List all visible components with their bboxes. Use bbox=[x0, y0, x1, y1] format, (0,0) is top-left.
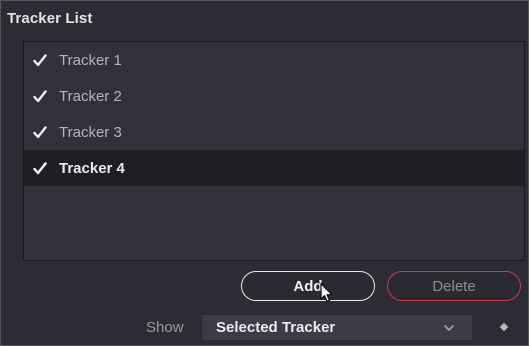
tracker-list: Tracker 1 Tracker 2 Tracker 3 Tracker 4 bbox=[23, 41, 525, 261]
checkmark-icon[interactable] bbox=[33, 161, 47, 175]
tracker-list-item-1[interactable]: Tracker 1 bbox=[24, 42, 524, 78]
checkmark-icon[interactable] bbox=[33, 125, 47, 139]
show-select[interactable]: Selected Tracker bbox=[201, 314, 473, 341]
tracker-list-item-3[interactable]: Tracker 3 bbox=[24, 114, 524, 150]
delete-button[interactable]: Delete bbox=[387, 271, 521, 301]
checkmark-icon[interactable] bbox=[33, 53, 47, 67]
tracker-label: Tracker 3 bbox=[59, 123, 122, 141]
tracker-label: Tracker 4 bbox=[59, 159, 125, 177]
tracker-list-panel: Tracker List Tracker 1 Tracker 2 Tracker… bbox=[0, 0, 529, 346]
checkmark-icon[interactable] bbox=[33, 89, 47, 103]
tracker-list-item-4[interactable]: Tracker 4 bbox=[24, 150, 524, 186]
tracker-label: Tracker 2 bbox=[59, 87, 122, 105]
show-label: Show bbox=[146, 319, 184, 336]
chevron-down-icon bbox=[442, 324, 456, 332]
tracker-label: Tracker 1 bbox=[59, 51, 122, 69]
show-select-value: Selected Tracker bbox=[216, 319, 336, 336]
add-button[interactable]: Add bbox=[241, 271, 375, 301]
keyframe-diamond-icon[interactable] bbox=[499, 322, 509, 332]
tracker-list-item-2[interactable]: Tracker 2 bbox=[24, 78, 524, 114]
panel-title: Tracker List bbox=[7, 10, 93, 27]
